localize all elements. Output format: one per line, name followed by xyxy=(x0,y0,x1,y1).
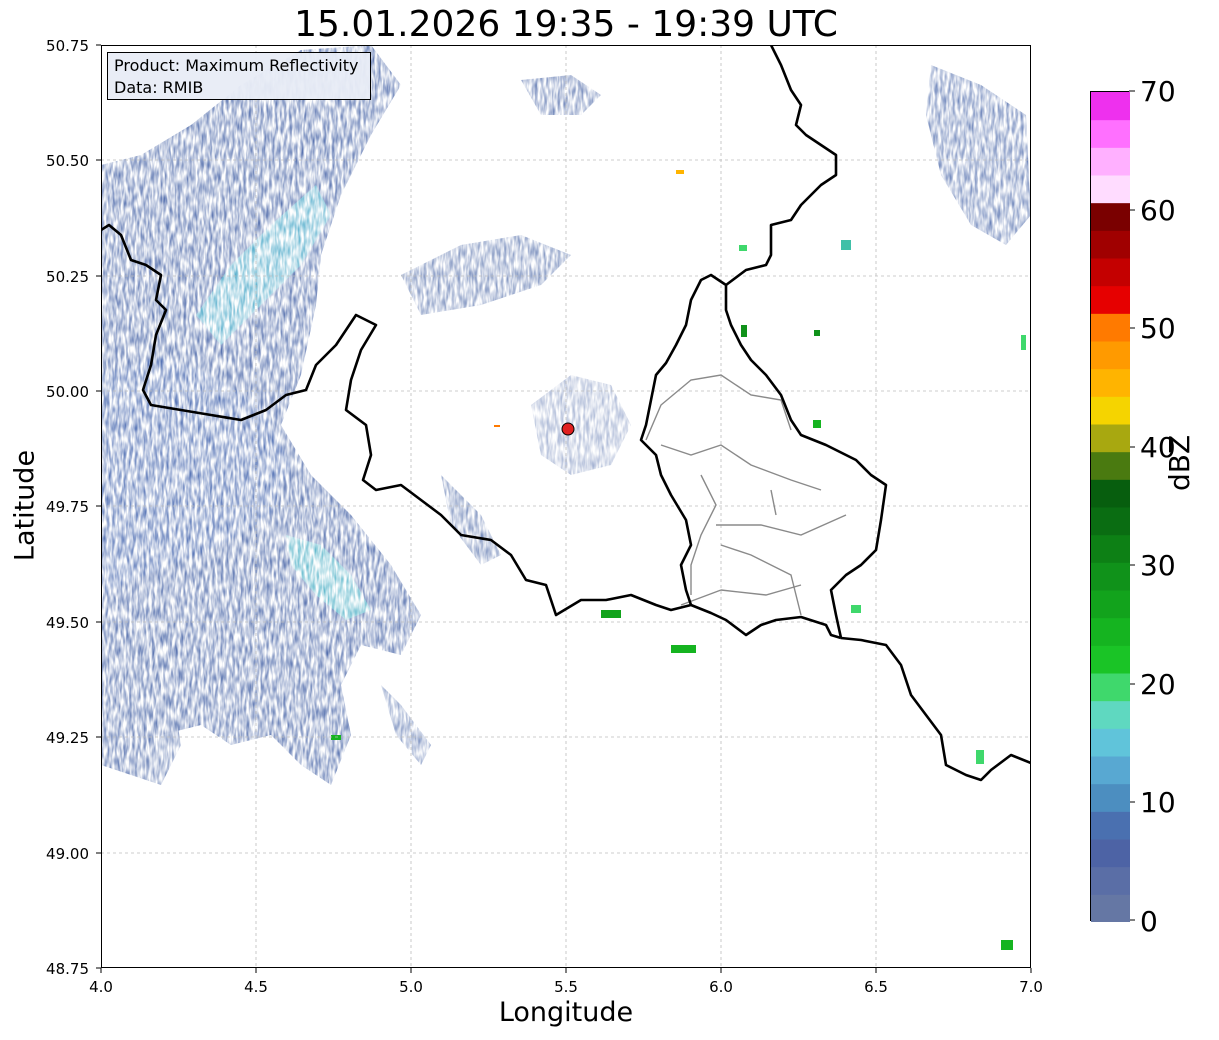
colorbar-tick: 60 xyxy=(1140,194,1176,227)
colorbar-segment xyxy=(1091,92,1130,121)
colorbar-segment xyxy=(1091,119,1130,148)
colorbar-segment xyxy=(1091,811,1130,840)
colorbar-tick: 50 xyxy=(1140,312,1176,345)
colorbar-segment xyxy=(1091,700,1130,729)
colorbar-segment xyxy=(1091,562,1130,591)
colorbar-segment xyxy=(1091,424,1130,453)
colorbar-segment xyxy=(1091,645,1130,674)
colorbar-segment xyxy=(1091,202,1130,231)
colorbar-tick: 70 xyxy=(1140,75,1176,108)
colorbar-segment xyxy=(1091,507,1130,536)
colorbar-label: dBZ xyxy=(1163,434,1196,491)
colorbar-segment xyxy=(1091,839,1130,868)
colorbar-tick: 30 xyxy=(1140,549,1176,582)
colorbar-segment xyxy=(1091,175,1130,204)
colorbar-tick: 10 xyxy=(1140,786,1176,819)
colorbar-segment xyxy=(1091,285,1130,314)
colorbar-tick: 20 xyxy=(1140,668,1176,701)
colorbar-segment xyxy=(1091,534,1130,563)
colorbar-segment xyxy=(1091,230,1130,259)
colorbar-tick: 0 xyxy=(1140,905,1158,938)
colorbar-segment xyxy=(1091,341,1130,370)
colorbar-segment xyxy=(1091,866,1130,895)
colorbar-gradient xyxy=(1091,92,1130,922)
colorbar-segment xyxy=(1091,617,1130,646)
colorbar-segment xyxy=(1091,673,1130,702)
colorbar-segment xyxy=(1091,396,1130,425)
colorbar-segment xyxy=(1091,147,1130,176)
colorbar xyxy=(1090,91,1130,922)
colorbar-segment xyxy=(1091,756,1130,785)
tick-marks xyxy=(96,44,1135,973)
colorbar-segment xyxy=(1091,313,1130,342)
colorbar-segment xyxy=(1091,451,1130,480)
colorbar-segment xyxy=(1091,368,1130,397)
colorbar-segment xyxy=(1091,783,1130,812)
colorbar-segment xyxy=(1091,590,1130,619)
colorbar-segment xyxy=(1091,894,1130,922)
colorbar-segment xyxy=(1091,258,1130,287)
radar-figure: 15.01.2026 19:35 - 19:39 UTC Product: Ma… xyxy=(0,0,1219,1040)
colorbar-segment xyxy=(1091,479,1130,508)
colorbar-segment xyxy=(1091,728,1130,757)
x-axis-label: Longitude xyxy=(498,997,634,1028)
y-axis-label: Latitude xyxy=(9,449,41,562)
